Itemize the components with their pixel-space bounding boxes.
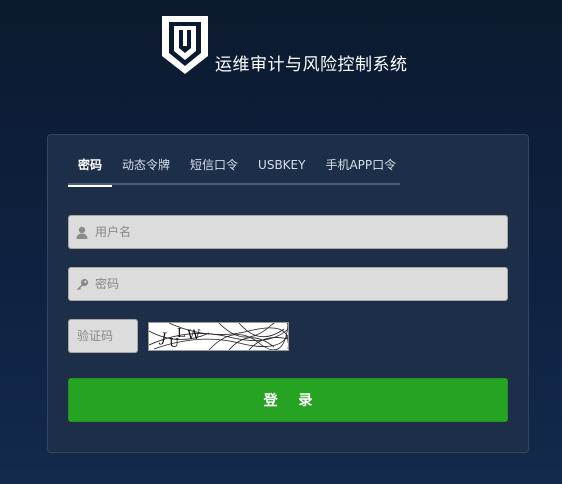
tab-password[interactable]: 密码 <box>68 151 113 187</box>
key-icon <box>69 268 95 300</box>
header: 运维审计与风险控制系统 <box>0 0 562 110</box>
username-field <box>68 215 508 249</box>
login-button[interactable]: 登 录 <box>68 378 508 422</box>
svg-text:W: W <box>187 328 201 343</box>
captcha-field <box>68 319 138 353</box>
captcha-text: J <box>158 331 167 346</box>
svg-text:L: L <box>177 326 185 340</box>
tab-usbkey[interactable]: USBKEY <box>248 151 315 185</box>
tab-mobile-app-code[interactable]: 手机APP口令 <box>315 151 406 185</box>
tab-sms-code[interactable]: 短信口令 <box>180 151 248 185</box>
captcha-image[interactable]: J U L W <box>148 322 289 351</box>
auth-method-tabs: 密码 动态令牌 短信口令 USBKEY 手机APP口令 <box>68 151 400 187</box>
username-input[interactable] <box>95 216 495 248</box>
shield-logo-icon <box>162 16 208 74</box>
user-icon <box>69 216 95 248</box>
login-panel: 密码 动态令牌 短信口令 USBKEY 手机APP口令 用户名 验证码 J U … <box>47 134 529 453</box>
password-field <box>68 267 508 301</box>
password-input[interactable] <box>95 268 495 300</box>
captcha-input[interactable] <box>69 320 135 352</box>
app-title: 运维审计与风险控制系统 <box>215 55 408 75</box>
tab-dynamic-token[interactable]: 动态令牌 <box>112 151 180 185</box>
